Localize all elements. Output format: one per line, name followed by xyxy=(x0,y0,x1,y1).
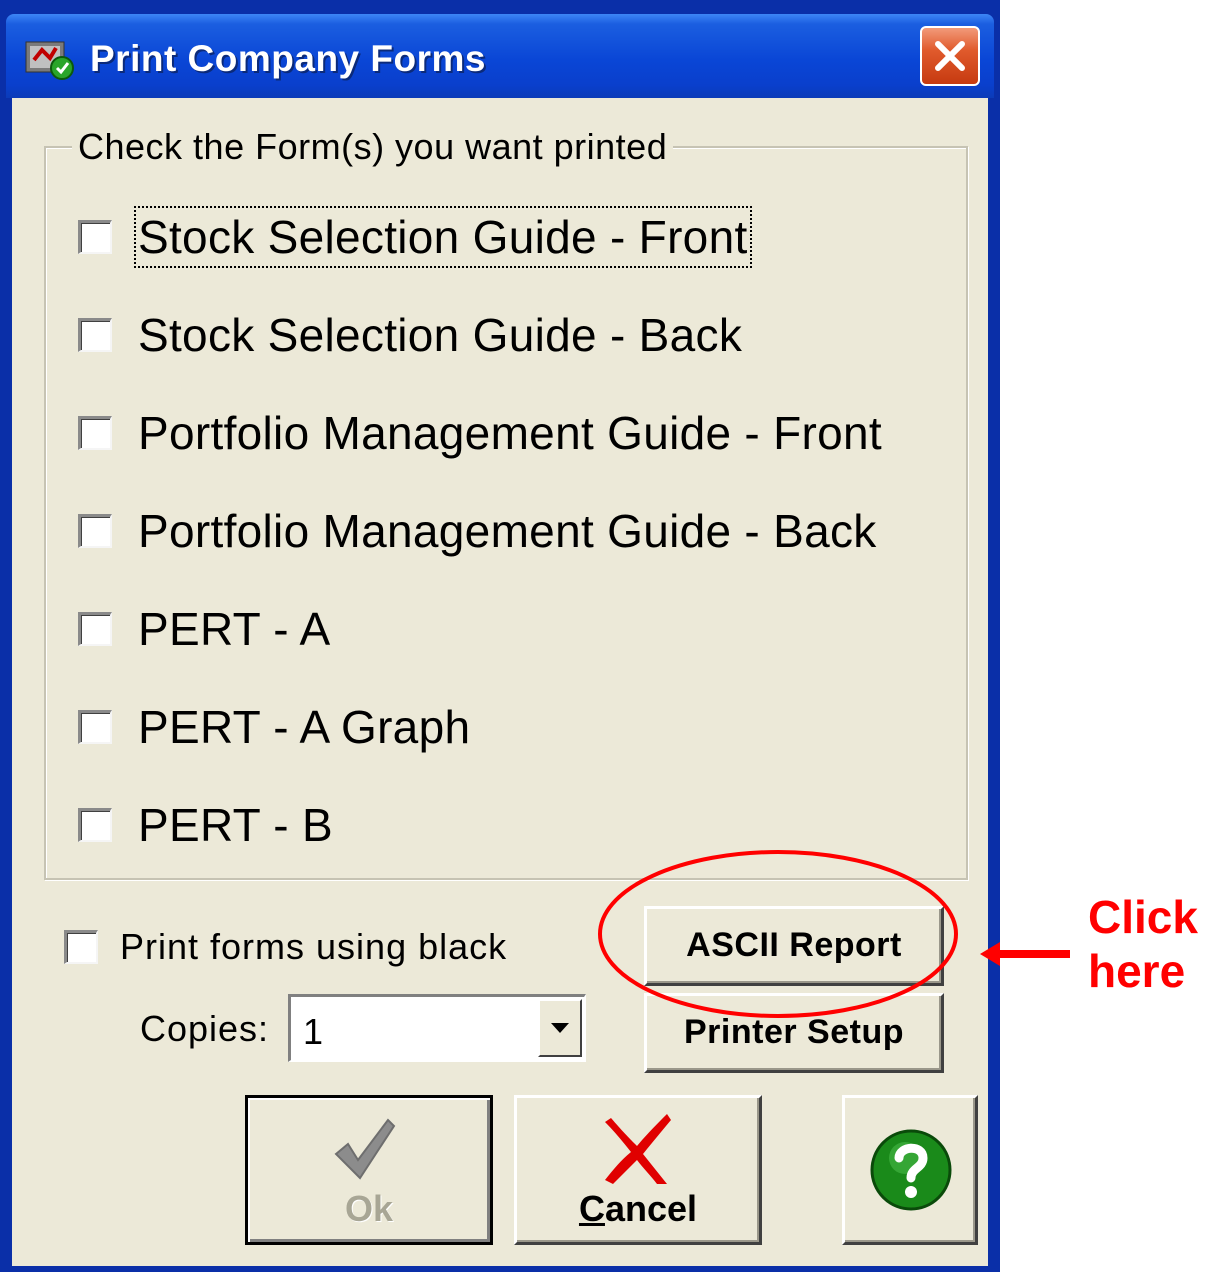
form-option-pmg-front[interactable]: Portfolio Management Guide - Front xyxy=(78,398,882,468)
form-option-label: PERT - B xyxy=(138,799,333,851)
form-checkbox[interactable] xyxy=(78,514,112,548)
form-option-label: PERT - A xyxy=(138,603,331,655)
help-button[interactable] xyxy=(842,1095,978,1245)
form-checkbox[interactable] xyxy=(78,612,112,646)
print-company-forms-window: Print Company Forms Check the Form(s) yo… xyxy=(0,0,1000,1272)
form-option-label: Portfolio Management Guide - Back xyxy=(138,505,877,557)
form-option-ssg-back[interactable]: Stock Selection Guide - Back xyxy=(78,300,742,370)
close-button[interactable] xyxy=(920,26,980,86)
form-option-pert-b[interactable]: PERT - B xyxy=(78,790,333,860)
arrow-left-icon xyxy=(980,942,1070,966)
form-option-pmg-back[interactable]: Portfolio Management Guide - Back xyxy=(78,496,877,566)
check-icon xyxy=(334,1118,396,1180)
copies-label: Copies: xyxy=(140,1008,270,1049)
form-checkbox[interactable] xyxy=(78,220,112,254)
form-option-label: PERT - A Graph xyxy=(138,701,471,753)
copies-combobox[interactable]: 1 xyxy=(288,994,586,1062)
print-black-option[interactable]: Print forms using black xyxy=(64,926,507,968)
ok-label: Ok xyxy=(344,1188,394,1229)
chevron-down-icon xyxy=(551,1023,569,1033)
window-title: Print Company Forms xyxy=(90,38,486,79)
copies-dropdown-button[interactable] xyxy=(538,999,582,1057)
click-here-line2: here xyxy=(1088,945,1186,997)
print-black-checkbox[interactable] xyxy=(64,930,98,964)
app-icon xyxy=(24,36,76,82)
form-option-pert-a[interactable]: PERT - A xyxy=(78,594,330,664)
x-icon xyxy=(605,1114,671,1184)
forms-group-legend: Check the Form(s) you want printed xyxy=(72,126,674,168)
close-icon xyxy=(935,41,965,71)
form-option-label: Stock Selection Guide - Front xyxy=(134,206,752,268)
form-option-pert-a-graph[interactable]: PERT - A Graph xyxy=(78,692,470,762)
form-option-label: Stock Selection Guide - Back xyxy=(138,309,743,361)
form-option-label: Portfolio Management Guide - Front xyxy=(138,407,882,459)
click-here-line1: Click xyxy=(1088,891,1198,943)
cancel-label: Cancel xyxy=(578,1188,698,1229)
form-checkbox[interactable] xyxy=(78,710,112,744)
dialog-body: Check the Form(s) you want printed Stock… xyxy=(12,98,988,1266)
print-black-label: Print forms using black xyxy=(120,926,508,967)
highlight-ellipse xyxy=(598,850,958,1018)
title-bar: Print Company Forms xyxy=(6,14,994,98)
form-option-ssg-front[interactable]: Stock Selection Guide - Front xyxy=(78,202,752,272)
form-checkbox[interactable] xyxy=(78,318,112,352)
form-checkbox[interactable] xyxy=(78,808,112,842)
copies-value: 1 xyxy=(303,1011,324,1052)
ok-button[interactable]: Ok xyxy=(245,1095,493,1245)
form-checkbox[interactable] xyxy=(78,416,112,450)
cancel-button[interactable]: Cancel xyxy=(514,1095,762,1245)
help-icon xyxy=(870,1129,952,1211)
